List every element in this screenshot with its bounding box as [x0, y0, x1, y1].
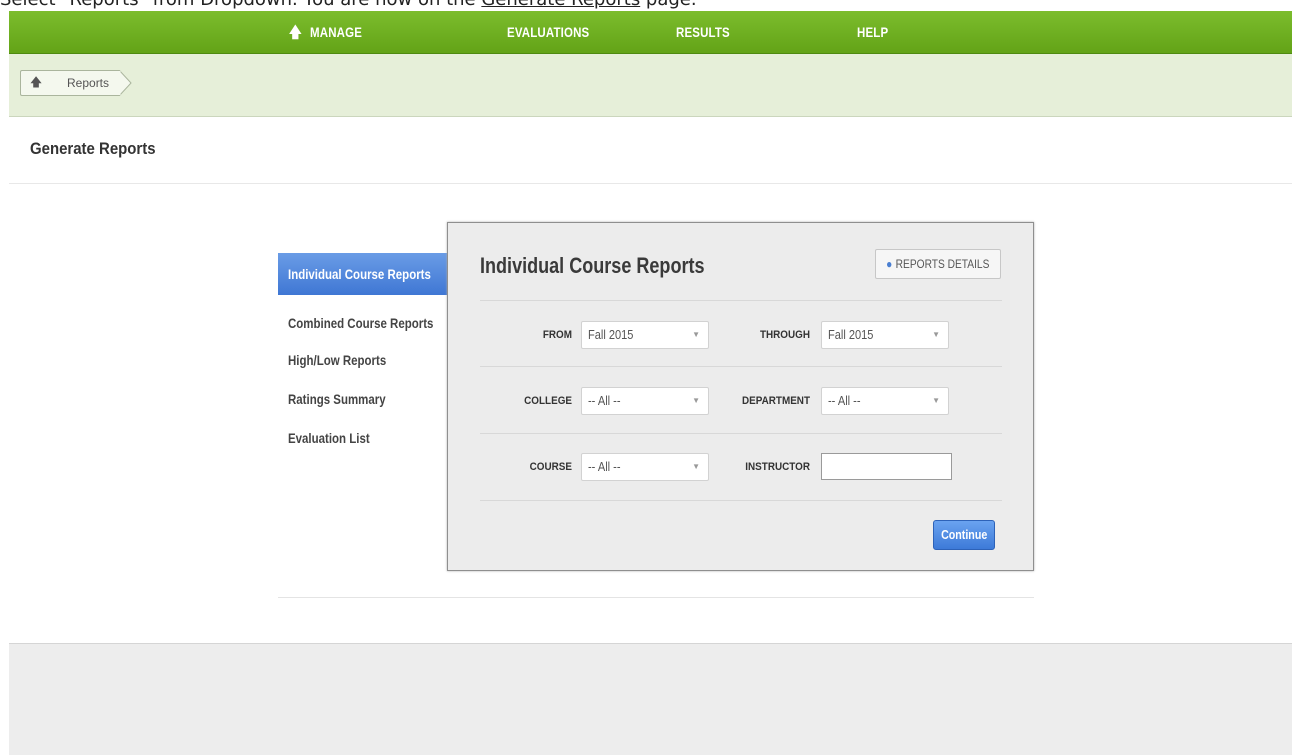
- department-select[interactable]: -- All -- ▼: [821, 387, 949, 415]
- through-select[interactable]: Fall 2015 ▼: [821, 321, 949, 349]
- college-value: -- All --: [588, 393, 621, 408]
- report-form-panel: Individual Course Reports ● REPORTS DETAI…: [447, 222, 1034, 571]
- from-value: Fall 2015: [588, 327, 634, 342]
- panel-title: Individual Course Reports: [480, 253, 705, 278]
- sidebar-item-combined-course-reports[interactable]: Combined Course Reports: [288, 315, 433, 331]
- college-select[interactable]: -- All -- ▼: [581, 387, 709, 415]
- college-label: COLLEGE: [524, 395, 572, 407]
- divider: [480, 433, 1002, 434]
- breadcrumb-bar: 🡅 Reports: [9, 54, 1292, 117]
- sidebar-item-individual-course-reports[interactable]: Individual Course Reports: [278, 253, 450, 295]
- breadcrumb: 🡅 Reports: [20, 70, 132, 96]
- caption-text: Select "Reports" from Dropdown. You are …: [0, 0, 481, 10]
- nav-help[interactable]: HELP: [857, 11, 888, 53]
- nav-manage[interactable]: 🡅 MANAGE: [289, 11, 362, 53]
- through-value: Fall 2015: [828, 327, 874, 342]
- page-title: Generate Reports: [30, 139, 156, 158]
- reports-details-button[interactable]: ● REPORTS DETAILS: [875, 249, 1001, 279]
- sidebar-item-evaluation-list[interactable]: Evaluation List: [288, 430, 370, 446]
- nav-evaluations[interactable]: EVALUATIONS: [507, 11, 589, 53]
- chevron-down-icon: ▼: [692, 396, 700, 405]
- instructor-input[interactable]: [821, 453, 952, 480]
- sidebar-item-label: Individual Course Reports: [288, 266, 431, 282]
- course-label: COURSE: [529, 461, 572, 473]
- nav-results[interactable]: RESULTS: [676, 11, 730, 53]
- divider: [480, 366, 1002, 367]
- sidebar-item-ratings-summary[interactable]: Ratings Summary: [288, 391, 386, 407]
- home-icon: 🡅: [29, 74, 43, 89]
- from-label: FROM: [542, 329, 572, 341]
- through-label: THROUGH: [759, 329, 810, 341]
- reports-details-label: REPORTS DETAILS: [895, 257, 990, 271]
- instruction-caption: Select "Reports" from Dropdown. You are …: [0, 0, 1292, 11]
- caption-text-end: page.: [640, 0, 697, 10]
- continue-label: Continue: [940, 527, 988, 542]
- search-icon: ●: [886, 257, 893, 271]
- nav-evaluations-label: EVALUATIONS: [507, 24, 590, 40]
- chevron-down-icon: ▼: [932, 396, 940, 405]
- continue-button[interactable]: Continue: [933, 520, 995, 550]
- from-select[interactable]: Fall 2015 ▼: [581, 321, 709, 349]
- main-content: Generate Reports Individual Course Repor…: [9, 117, 1292, 644]
- divider: [278, 597, 1034, 598]
- sidebar-item-high-low-reports[interactable]: High/Low Reports: [288, 352, 386, 368]
- chevron-down-icon: ▼: [692, 462, 700, 471]
- department-value: -- All --: [828, 393, 861, 408]
- divider: [480, 500, 1002, 501]
- top-navigation: 🡅 MANAGE EVALUATIONS RESULTS HELP: [9, 11, 1292, 54]
- divider: [9, 183, 1292, 184]
- app-frame: 🡅 MANAGE EVALUATIONS RESULTS HELP 🡅 Repor…: [9, 11, 1292, 755]
- home-icon: 🡅: [289, 24, 302, 41]
- divider: [480, 300, 1002, 301]
- department-label: DEPARTMENT: [741, 395, 810, 407]
- breadcrumb-home[interactable]: 🡅: [20, 70, 51, 96]
- chevron-down-icon: ▼: [932, 330, 940, 339]
- nav-help-label: HELP: [857, 24, 889, 40]
- breadcrumb-end: [119, 70, 132, 96]
- nav-results-label: RESULTS: [676, 24, 730, 40]
- instructor-label: INSTRUCTOR: [745, 461, 810, 473]
- breadcrumb-current[interactable]: Reports: [51, 70, 120, 96]
- chevron-down-icon: ▼: [692, 330, 700, 339]
- caption-link[interactable]: Generate Reports: [481, 0, 640, 10]
- course-value: -- All --: [588, 459, 621, 474]
- nav-manage-label: MANAGE: [310, 24, 363, 40]
- course-select[interactable]: -- All -- ▼: [581, 453, 709, 481]
